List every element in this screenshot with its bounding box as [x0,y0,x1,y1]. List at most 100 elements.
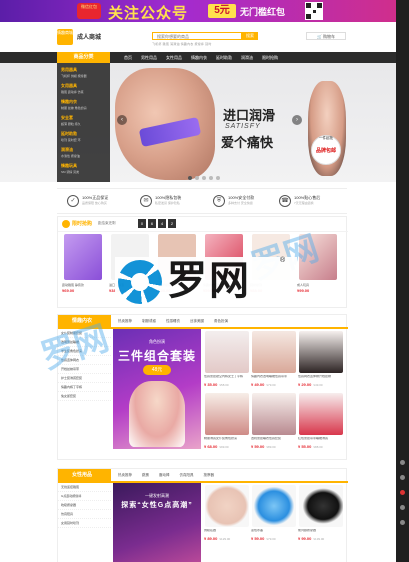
side-link[interactable]: 学生装角色扮演 [58,347,111,356]
carousel-prev-button[interactable]: ‹ [117,115,127,125]
price-old: ¥49.00 [313,383,323,387]
price-old: ¥99.00 [219,445,229,449]
badge-top: 一件起批 [319,136,333,140]
countdown-digit: 6 [148,219,156,228]
carousel-next-button[interactable]: › [292,115,302,125]
section-tab[interactable]: 丝袜美腿 [190,315,204,327]
flash-product-card[interactable]: 成人玩具 ¥99.00 [297,234,339,304]
section-title[interactable]: 女性用品 [58,469,111,481]
side-link[interactable]: 护士装诱惑套装 [58,374,111,383]
carousel-dot[interactable] [188,176,192,180]
product-name: 性感蕾丝镂空内裤女士丁字裤 [204,375,244,378]
tool-icon[interactable] [400,460,405,465]
carousel-dot[interactable] [195,176,199,180]
section-tab[interactable]: 仿真阳具 [180,469,194,481]
category-sub: SM 调情 另类 [61,170,80,174]
carousel-dot[interactable] [216,176,220,180]
search-button[interactable]: 搜索 [242,32,258,40]
all-categories-button[interactable]: 商品分类 [57,52,110,63]
category-item[interactable]: 延时助勃 喷剂 延时套 环 [61,131,107,142]
price-old: ¥79.00 [266,383,276,387]
product-price: ¥ 99.00 ¥139.00 [298,536,344,541]
side-link[interactable]: 兔女郎套装 [58,392,111,401]
nav-link[interactable]: 女性用品 [166,52,182,63]
product-name: 倒模名器 [204,529,217,532]
section-title[interactable]: 情趣内衣 [58,315,111,327]
site-logo[interactable]: 情趣商城 [57,29,73,45]
side-link[interactable]: 女仆装制服套装 [58,329,111,338]
carousel-dot[interactable] [209,176,213,180]
section-tab[interactable]: 热卖推荐 [118,315,132,327]
section-tab[interactable]: 角色扮演 [214,315,228,327]
section-tab[interactable]: 热卖推荐 [118,469,132,481]
site-header: 情趣商城 成人商城 搜索 飞机杯 跳蛋 润滑油 情趣内衣 按摩棒 延时 🛒 购物… [0,22,396,53]
tool-icon[interactable] [400,475,405,480]
side-link[interactable]: 女用延时喷剂 [58,519,111,528]
side-link[interactable]: 透明蕾丝睡裙 [58,338,111,347]
category-item[interactable]: 男用器具 飞机杯 倒模 按摩器 [61,67,107,78]
category-item[interactable]: 安全套 超薄 颗粒 持久 [61,115,107,126]
category-item[interactable]: 润滑油 水溶性 按摩油 [61,147,107,158]
nav-link[interactable]: 润滑油 [241,52,253,63]
section-tab[interactable]: 跳蛋 [142,469,149,481]
package-icon: ✉ [140,195,152,207]
clock-icon [62,220,70,228]
product-name: 透视蕾丝睡衣性感套装 [251,437,282,440]
nav-link[interactable]: 限时抢购 [262,52,278,63]
lingerie-promo-tile[interactable]: 角色扮演 三件组合套装 48元 [113,329,201,449]
qr-code-icon [305,2,323,20]
promo-banner[interactable]: 微信红包 关注公众号 5元 无门槛红包 [0,0,396,22]
hot-keywords[interactable]: 飞机杯 跳蛋 润滑油 情趣内衣 按摩棒 延时 [152,42,212,46]
nav-link[interactable]: 首页 [124,52,132,63]
guarantee-item: ✉ 100%隐私包装 私密发货 保护隐私 [140,195,208,207]
product-image [252,485,296,527]
flash-product-card[interactable]: 震动跳蛋 静音款 ¥69.00 [62,234,104,304]
carousel-dot[interactable] [202,176,206,180]
side-link[interactable]: 开档丝袜吊带 [58,365,111,374]
category-item[interactable]: 女用器具 跳蛋 震动棒 仿真 [61,83,107,94]
main-nav: 商品分类 首页 男性用品 女性用品 情趣内衣 延时助勃 润滑油 限时抢购 [0,52,396,63]
product-card[interactable]: 倒模名器 ¥ 89.00 ¥129.00 [204,485,250,543]
search-input[interactable] [152,32,242,40]
female-promo-tile[interactable]: 一键发射高潮 探索“女性G点高潮” [113,483,201,562]
promo-slogan: 关注公众号 [108,4,189,22]
product-card[interactable]: 性感蕾丝镂空内裤女士丁字裤 ¥ 35.00 ¥58.00 [204,331,250,389]
section-tab[interactable]: 制服诱惑 [142,315,156,327]
product-card[interactable]: 红色蕾丝吊带睡裙诱惑 ¥ 55.00 ¥88.00 [298,393,344,451]
product-image [252,331,296,373]
product-price: ¥ 68.00 ¥99.00 [204,444,250,449]
nav-link[interactable]: 男性用品 [141,52,157,63]
category-item[interactable]: 情趣内衣 制服 丝袜 角色扮演 [61,99,107,110]
section-tab[interactable]: 性感睡衣 [166,315,180,327]
side-link[interactable]: 性感连体网衣 [58,356,111,365]
tool-icon[interactable] [400,520,405,525]
tool-icon[interactable] [400,490,405,495]
side-link[interactable]: 无线遥控跳蛋 [58,483,111,492]
side-link[interactable]: 吮吸按摩器 [58,501,111,510]
site-brand: 成人商城 [77,34,102,41]
product-card[interactable]: 前列腺按摩器 ¥ 99.00 ¥139.00 [298,485,344,543]
tool-icon[interactable] [400,505,405,510]
side-link[interactable]: G点震动按摩棒 [58,492,111,501]
product-card[interactable]: 透视蕾丝睡衣性感套装 ¥ 59.00 ¥89.00 [251,393,297,451]
side-link[interactable]: 仿真阳具 [58,510,111,519]
product-price: ¥ 35.00 ¥58.00 [204,382,250,387]
side-link[interactable]: 情趣内裤丁字裤 [58,383,111,392]
product-name: 蓝色水晶 [251,529,264,532]
cart-button[interactable]: 🛒 购物车 [306,32,346,40]
product-card[interactable]: 性感网衣连体袜开档丝袜 ¥ 29.00 ¥49.00 [298,331,344,389]
category-sub: 超薄 颗粒 持久 [61,122,81,126]
section-tab[interactable]: 按摩器 [204,469,215,481]
nav-link[interactable]: 延时助勃 [216,52,232,63]
section-tabs: 热卖推荐 跳蛋 震动棒 仿真阳具 按摩器 [118,469,214,481]
product-card[interactable]: 情趣内衣透明睡裙性感吊带 ¥ 49.00 ¥79.00 [251,331,297,389]
countdown-digit: 2 [168,219,176,228]
product-card[interactable]: 蓝色水晶 ¥ 59.00 ¥79.00 [251,485,297,543]
carousel-dots[interactable] [188,176,220,180]
nav-link[interactable]: 情趣内衣 [191,52,207,63]
product-price: ¥ 29.00 ¥49.00 [298,382,344,387]
product-card[interactable]: 制服诱惑女仆装角色扮演 ¥ 68.00 ¥99.00 [204,393,250,451]
section-tab[interactable]: 震动棒 [159,469,170,481]
category-item[interactable]: 情趣玩具 SM 调情 另类 [61,163,107,174]
category-title: 润滑油 [61,147,73,152]
